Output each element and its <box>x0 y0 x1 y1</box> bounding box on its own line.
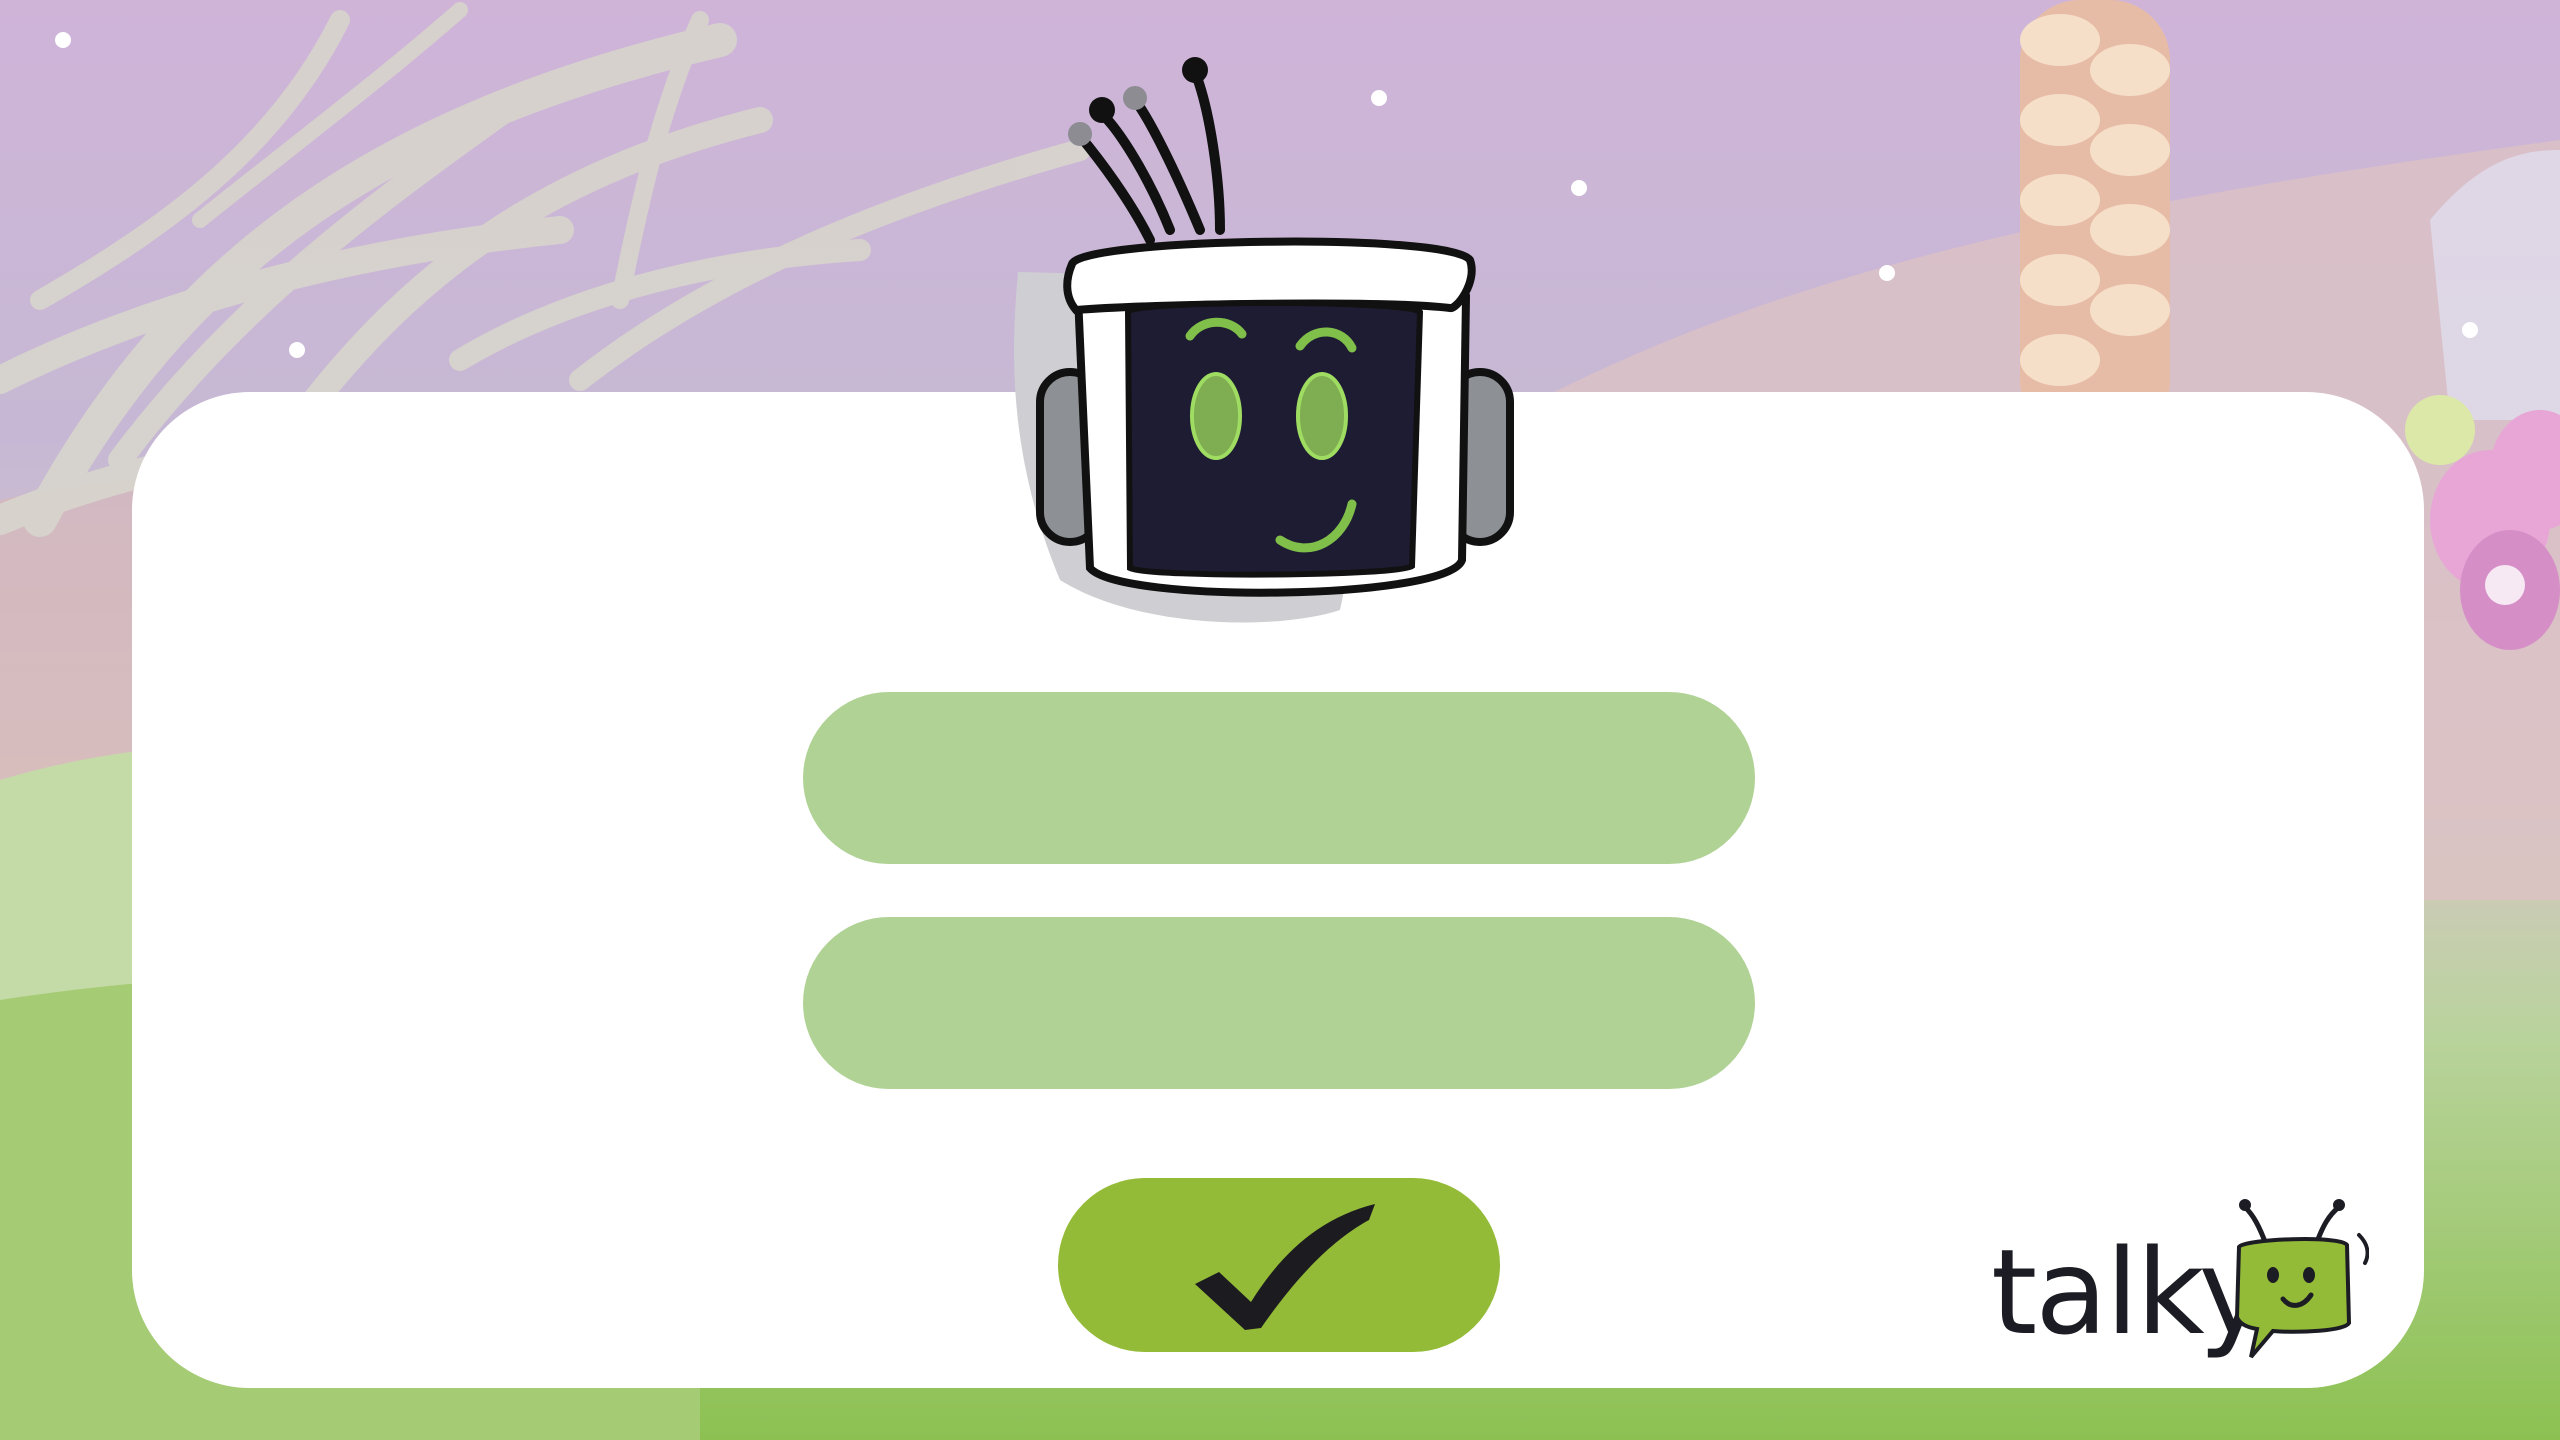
submit-button[interactable] <box>1058 1178 1500 1352</box>
logo-wordmark: talky <box>1991 1223 2268 1361</box>
talky-logo: talky <box>1985 1195 2385 1365</box>
password-field[interactable] <box>803 917 1755 1089</box>
checkmark-icon <box>1195 1204 1375 1330</box>
speech-bubble-icon <box>2234 1199 2369 1359</box>
username-field[interactable] <box>803 692 1755 864</box>
robot-mascot <box>980 20 1540 640</box>
